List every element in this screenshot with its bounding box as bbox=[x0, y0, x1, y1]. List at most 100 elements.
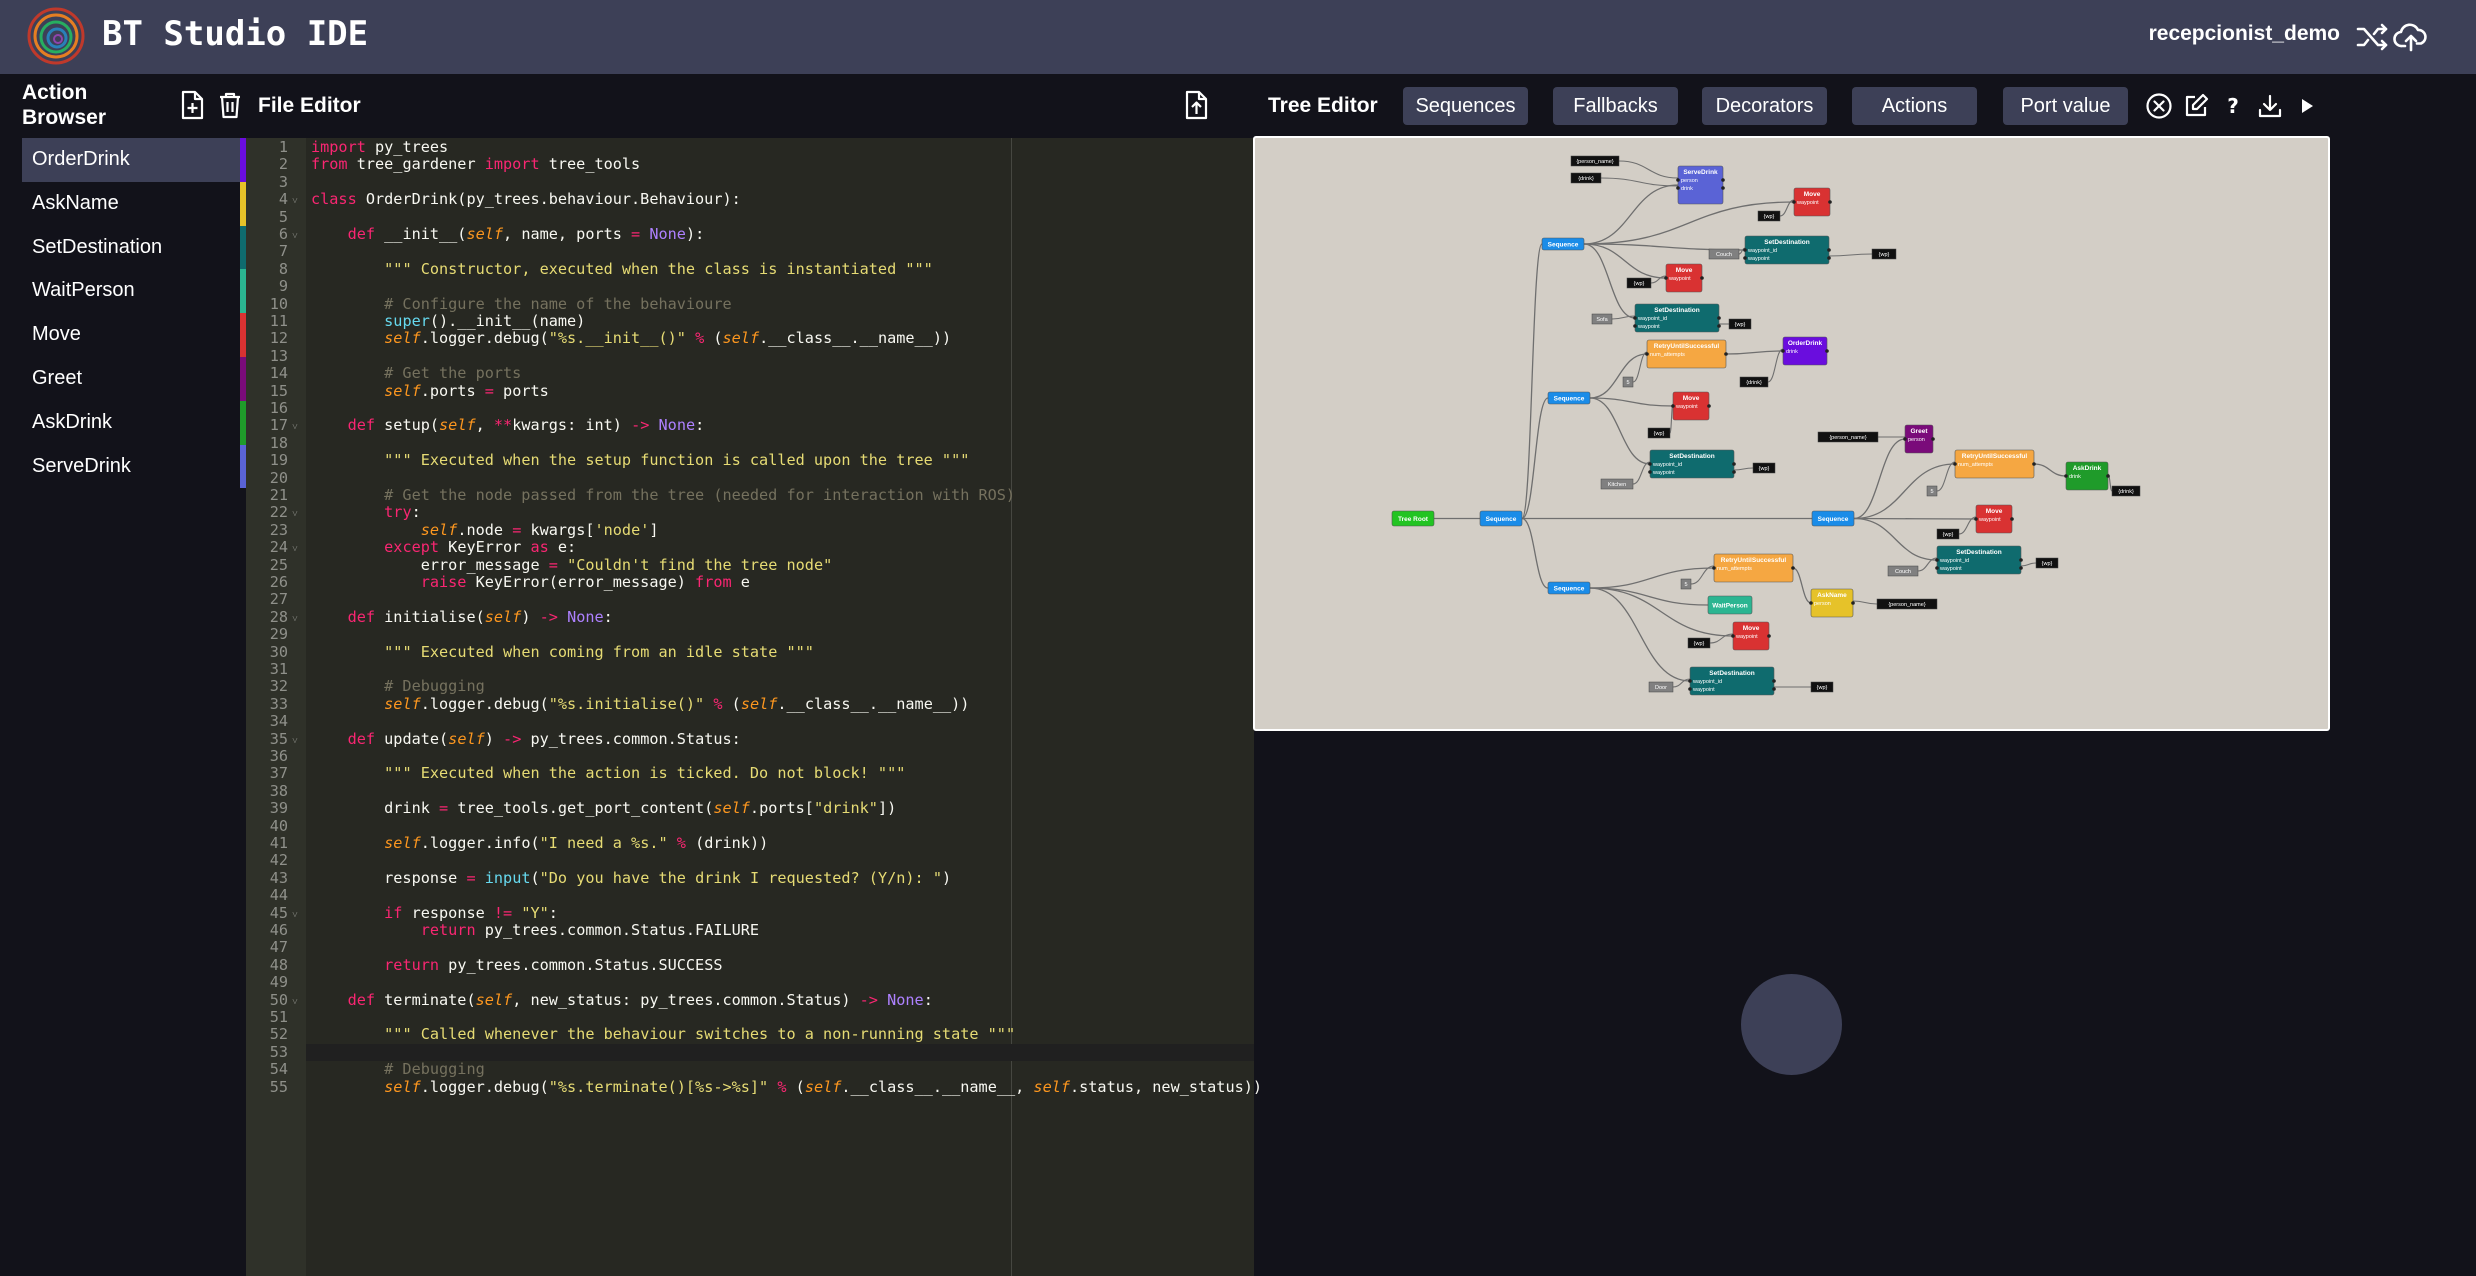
tree-node-mv3[interactable]: Move waypoint bbox=[1671, 391, 1711, 421]
port-dot[interactable] bbox=[1827, 248, 1831, 252]
port-value-node[interactable]: Kitchen bbox=[1600, 478, 1634, 490]
tree-node-mv2[interactable]: Move waypoint bbox=[1664, 263, 1704, 293]
port-value-node[interactable]: {wp} bbox=[1752, 462, 1776, 474]
tree-node-sd2[interactable]: SetDestination waypoint_id waypoint bbox=[1633, 303, 1721, 333]
port-dot[interactable] bbox=[1809, 601, 1813, 605]
tree-node-seq0[interactable]: Sequence bbox=[1541, 237, 1585, 251]
port-dot[interactable] bbox=[1827, 256, 1831, 260]
tree-node-root[interactable]: Tree Root bbox=[1391, 510, 1435, 527]
port-dot[interactable] bbox=[1781, 349, 1785, 353]
port-value-node[interactable]: 5 bbox=[1622, 376, 1634, 388]
trash-icon[interactable] bbox=[216, 90, 244, 120]
port-value-node[interactable]: Couch bbox=[1708, 248, 1740, 260]
port-dot[interactable] bbox=[1645, 352, 1649, 356]
port-value-node[interactable]: {person_name} bbox=[1817, 431, 1879, 443]
cloud-upload-icon[interactable] bbox=[2393, 19, 2429, 55]
action-item[interactable]: SetDestination bbox=[22, 225, 246, 270]
tree-node-greet[interactable]: Greet person bbox=[1903, 424, 1935, 454]
port-dot[interactable] bbox=[1688, 687, 1692, 691]
code-editor[interactable]: 1 import py_trees 2 from tree_gardener impo… bbox=[246, 138, 1262, 1276]
port-dot[interactable] bbox=[1772, 687, 1776, 691]
tree-node-mv4[interactable]: Move waypoint bbox=[1974, 504, 2014, 534]
tree-node-rs3[interactable]: RetryUntilSuccessful num_attempts bbox=[1712, 553, 1795, 583]
download-icon[interactable] bbox=[2256, 92, 2284, 120]
tree-node-od[interactable]: OrderDrink drink bbox=[1781, 336, 1829, 366]
port-dot[interactable] bbox=[1671, 404, 1675, 408]
tree-node-an[interactable]: AskName person bbox=[1809, 588, 1855, 618]
port-value-node[interactable]: {drink} bbox=[1570, 172, 1602, 184]
action-item[interactable]: WaitPerson bbox=[22, 269, 246, 314]
action-item[interactable]: Greet bbox=[22, 356, 246, 401]
port-dot[interactable] bbox=[1717, 324, 1721, 328]
port-value-node[interactable]: 5 bbox=[1680, 578, 1692, 590]
tree-node-rs2[interactable]: RetryUntilSuccessful num_attempts bbox=[1953, 449, 2036, 479]
port-dot[interactable] bbox=[1743, 248, 1747, 252]
port-dot[interactable] bbox=[1721, 186, 1725, 190]
port-dot[interactable] bbox=[1767, 634, 1771, 638]
port-dot[interactable] bbox=[1935, 558, 1939, 562]
port-value-node[interactable]: {person_name} bbox=[1876, 598, 1938, 610]
port-value-node[interactable]: {wp} bbox=[2035, 557, 2059, 569]
port-value-node[interactable]: {wp} bbox=[1647, 427, 1671, 439]
port-dot[interactable] bbox=[1851, 601, 1855, 605]
port-value-node[interactable]: {wp} bbox=[1626, 277, 1652, 289]
behavior-tree-graph[interactable]: Tree Root Sequence Sequence Sequence Sequenc… bbox=[1255, 138, 2328, 729]
port-dot[interactable] bbox=[1732, 462, 1736, 466]
port-dot[interactable] bbox=[1676, 186, 1680, 190]
action-item[interactable]: OrderDrink bbox=[22, 138, 246, 182]
actions-button[interactable]: Actions bbox=[1852, 87, 1977, 125]
port-dot[interactable] bbox=[1791, 566, 1795, 570]
port-dot[interactable] bbox=[1828, 200, 1832, 204]
tree-node-serve[interactable]: ServeDrink person drink bbox=[1676, 165, 1725, 205]
port-dot[interactable] bbox=[2032, 462, 2036, 466]
tree-node-seq2[interactable]: Sequence bbox=[1479, 510, 1523, 527]
port-value-node[interactable]: {wp} bbox=[1728, 318, 1752, 330]
tree-node-sd4[interactable]: SetDestination waypoint_id waypoint bbox=[1935, 545, 2023, 575]
tree-node-wp[interactable]: WaitPerson bbox=[1707, 595, 1753, 615]
action-item[interactable]: AskName bbox=[22, 181, 246, 226]
port-dot[interactable] bbox=[1721, 178, 1725, 182]
port-dot[interactable] bbox=[1688, 679, 1692, 683]
port-dot[interactable] bbox=[1792, 200, 1796, 204]
port-dot[interactable] bbox=[1707, 404, 1711, 408]
port-dot[interactable] bbox=[2010, 517, 2014, 521]
tree-canvas[interactable]: Tree Root Sequence Sequence Sequence Sequenc… bbox=[1253, 136, 2330, 731]
port-dot[interactable] bbox=[2019, 566, 2023, 570]
help-icon[interactable]: ? bbox=[2219, 92, 2247, 120]
decorators-button[interactable]: Decorators bbox=[1702, 87, 1827, 125]
tree-node-ask[interactable]: AskDrink drink bbox=[2064, 461, 2110, 491]
port-dot[interactable] bbox=[1712, 566, 1716, 570]
port-dot[interactable] bbox=[1731, 634, 1735, 638]
action-item[interactable]: Move bbox=[22, 313, 246, 357]
port-dot[interactable] bbox=[1732, 470, 1736, 474]
action-item[interactable]: AskDrink bbox=[22, 400, 246, 445]
tree-node-seq4[interactable]: Sequence bbox=[1811, 510, 1855, 527]
upload-file-icon[interactable] bbox=[1182, 90, 1210, 120]
play-icon[interactable] bbox=[2293, 92, 2321, 120]
port-dot[interactable] bbox=[1724, 352, 1728, 356]
tree-node-mv5[interactable]: Move waypoint bbox=[1731, 621, 1771, 651]
port-dot[interactable] bbox=[1676, 178, 1680, 182]
port-value-node[interactable]: 5 bbox=[1926, 485, 1938, 497]
port-value-node[interactable]: Sofa bbox=[1591, 313, 1613, 325]
tree-node-sd1[interactable]: SetDestination waypoint_id waypoint bbox=[1743, 235, 1831, 265]
port-dot[interactable] bbox=[1664, 276, 1668, 280]
port-dot[interactable] bbox=[1717, 316, 1721, 320]
tree-node-seq3[interactable]: Sequence bbox=[1547, 581, 1591, 595]
port-dot[interactable] bbox=[2064, 474, 2068, 478]
port-value-node[interactable]: {drink} bbox=[2111, 485, 2141, 497]
tree-node-mv1[interactable]: Move waypoint bbox=[1792, 187, 1832, 217]
action-item[interactable]: ServeDrink bbox=[22, 444, 246, 489]
port-dot[interactable] bbox=[1903, 437, 1907, 441]
tree-node-rs1[interactable]: RetryUntilSuccessful num_attempts bbox=[1645, 339, 1728, 369]
tree-node-sd5[interactable]: SetDestination waypoint_id waypoint bbox=[1688, 666, 1776, 696]
port-dot[interactable] bbox=[1633, 324, 1637, 328]
port-dot[interactable] bbox=[1648, 470, 1652, 474]
shuffle-icon[interactable] bbox=[2355, 19, 2391, 55]
tree-node-seq1[interactable]: Sequence bbox=[1547, 391, 1591, 405]
port-value-node[interactable]: {wp} bbox=[1871, 248, 1897, 260]
new-file-icon[interactable] bbox=[178, 90, 206, 120]
port-value-node[interactable]: Door bbox=[1648, 681, 1674, 693]
port-value-node[interactable]: {wp} bbox=[1810, 681, 1834, 693]
port-dot[interactable] bbox=[1772, 679, 1776, 683]
